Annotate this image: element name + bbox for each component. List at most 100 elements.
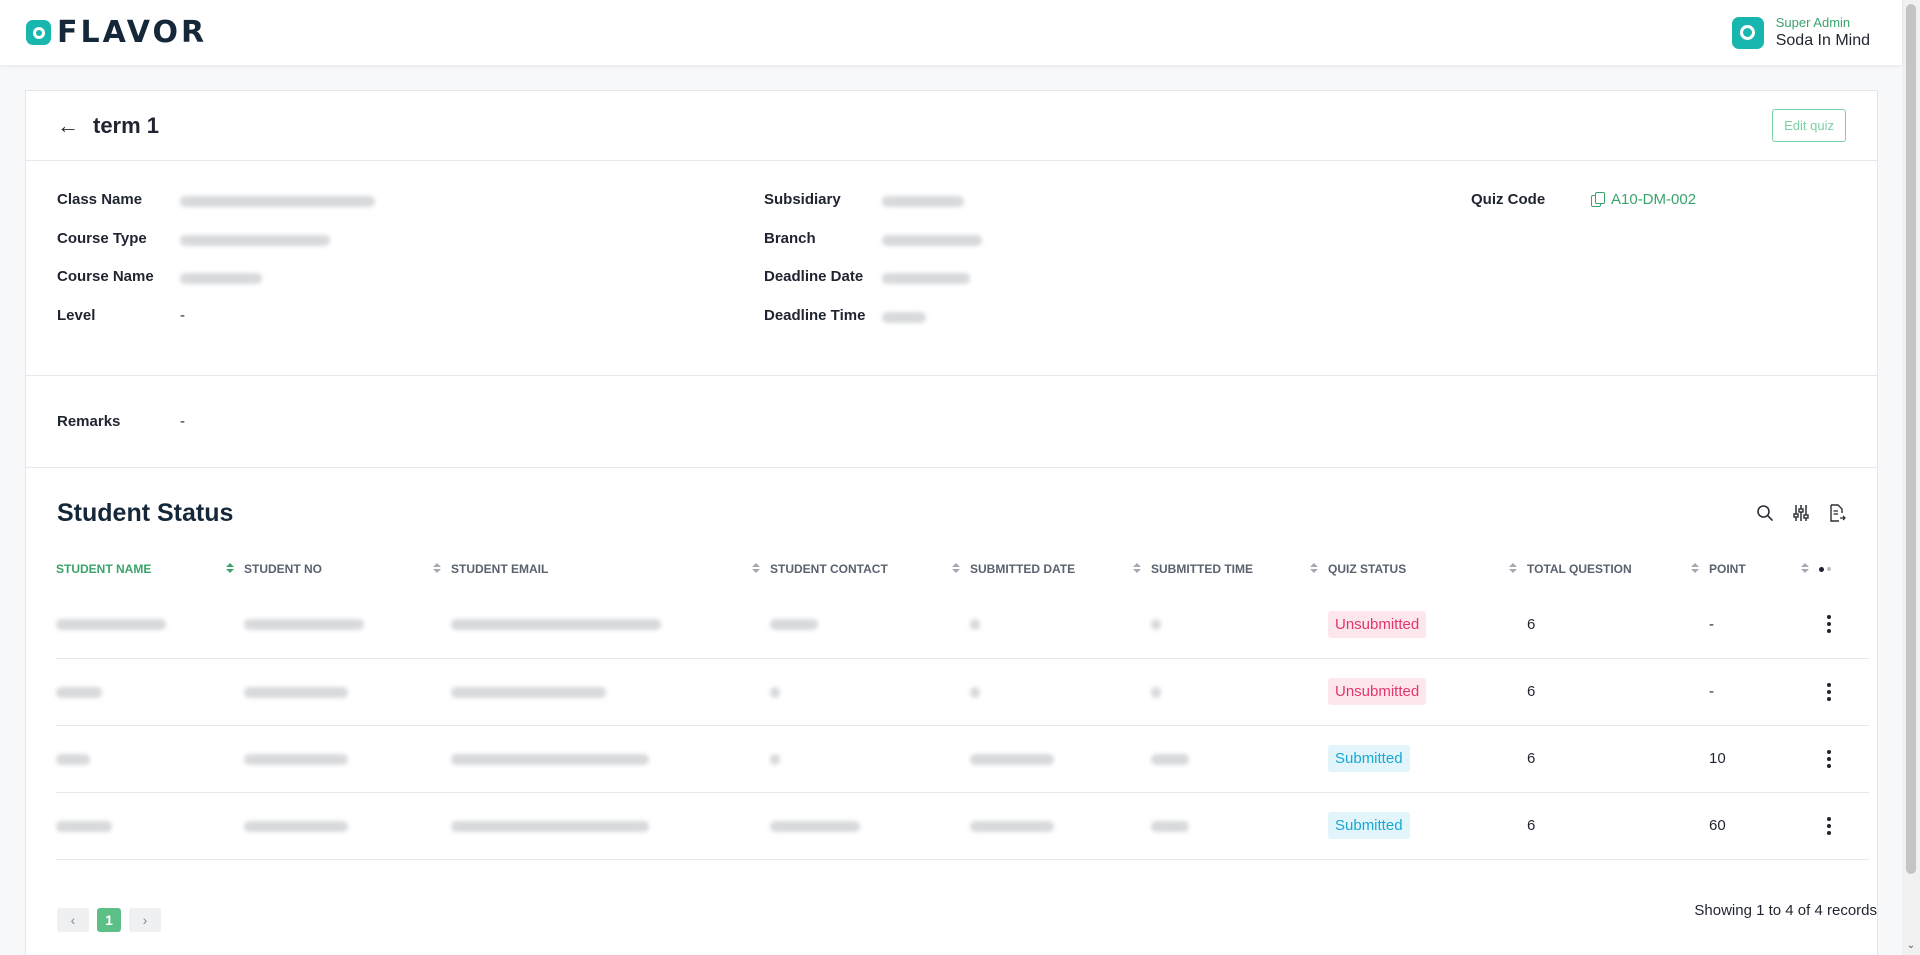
- total-question-cell: 6: [1527, 792, 1709, 860]
- submitted-time-redacted: [1151, 753, 1189, 765]
- deadline-date-label: Deadline Date: [764, 268, 864, 285]
- column-settings-icon[interactable]: [1819, 566, 1869, 572]
- student-status-header: Student Status: [26, 468, 1877, 558]
- col-student-no[interactable]: STUDENT NO: [244, 547, 451, 591]
- status-badge: Submitted: [1328, 812, 1410, 839]
- student-name-redacted: [56, 820, 112, 832]
- arrow-left-icon[interactable]: ←: [57, 114, 79, 137]
- table-row: Submitted 6 10: [56, 725, 1869, 793]
- student-no-redacted: [244, 753, 348, 765]
- point-cell: 60: [1709, 792, 1819, 860]
- submitted-date-redacted: [970, 619, 980, 631]
- deadline-time-value-redacted: [882, 311, 926, 323]
- remarks-label: Remarks: [57, 413, 121, 430]
- pagination: ‹ 1 ›: [57, 908, 161, 932]
- course-name-value-redacted: [180, 273, 262, 284]
- level-label: Level: [57, 306, 96, 324]
- table-toolbar: [1756, 504, 1846, 522]
- deadline-time-label: Deadline Time: [764, 306, 866, 324]
- scrollbar-thumb[interactable]: [1906, 4, 1916, 874]
- col-quiz-status[interactable]: QUIZ STATUS: [1328, 547, 1527, 591]
- submitted-time-redacted: [1151, 686, 1161, 698]
- student-contact-redacted: [770, 753, 780, 765]
- user-menu[interactable]: Super Admin Soda In Mind: [1731, 14, 1870, 51]
- brand-logo[interactable]: FLAVOR: [26, 15, 207, 50]
- page-1-button[interactable]: 1: [97, 908, 121, 932]
- total-question-cell: 6: [1527, 591, 1709, 659]
- student-name-redacted: [56, 753, 90, 765]
- col-actions[interactable]: [1819, 547, 1869, 591]
- status-badge: Unsubmitted: [1328, 678, 1427, 705]
- branch-label: Branch: [764, 229, 816, 247]
- table-row: Unsubmitted 6 -: [56, 591, 1869, 659]
- point-cell: 10: [1709, 725, 1819, 793]
- card-header: ← term 1 Edit quiz: [26, 91, 1877, 161]
- col-point[interactable]: POINT: [1709, 547, 1819, 591]
- avatar: [1731, 16, 1764, 49]
- student-email-redacted: [451, 753, 649, 765]
- kebab-menu-icon[interactable]: [1819, 615, 1839, 634]
- quiz-code-label: Quiz Code: [1471, 191, 1546, 208]
- page-scrollbar[interactable]: ⌄: [1902, 0, 1920, 955]
- top-bar: FLAVOR Super Admin Soda In Mind: [0, 0, 1902, 65]
- submitted-time-redacted: [1151, 619, 1161, 631]
- deadline-date-value-redacted: [882, 273, 970, 284]
- chevron-down-icon[interactable]: ⌄: [1906, 941, 1916, 951]
- logo-icon: [26, 20, 51, 45]
- search-icon[interactable]: [1756, 504, 1774, 522]
- student-email-redacted: [451, 686, 606, 698]
- user-name: Soda In Mind: [1775, 31, 1870, 49]
- total-question-cell: 6: [1527, 725, 1709, 793]
- class-name-value-redacted: [180, 196, 375, 207]
- col-total-question[interactable]: TOTAL QUESTION: [1527, 547, 1709, 591]
- student-name-redacted: [56, 619, 166, 631]
- brand-name: FLAVOR: [57, 15, 208, 50]
- level-value: -: [180, 306, 185, 324]
- kebab-menu-icon[interactable]: [1819, 749, 1839, 768]
- status-badge: Submitted: [1328, 745, 1410, 772]
- status-badge: Unsubmitted: [1328, 610, 1427, 638]
- point-cell: -: [1709, 658, 1819, 726]
- col-submitted-time[interactable]: SUBMITTED TIME: [1151, 547, 1328, 591]
- course-name-label: Course Name: [57, 268, 154, 285]
- section-title: Student Status: [57, 498, 234, 527]
- table-row: Unsubmitted 6 -: [56, 658, 1869, 726]
- student-name-redacted: [56, 686, 102, 698]
- export-file-icon[interactable]: [1828, 504, 1846, 522]
- info-column-1: Class Name Course Type Course Name Level…: [57, 191, 375, 345]
- student-no-redacted: [244, 820, 348, 832]
- user-role: Super Admin: [1775, 14, 1851, 30]
- table-row: Submitted 6 60: [56, 792, 1869, 860]
- edit-quiz-button[interactable]: Edit quiz: [1772, 109, 1846, 142]
- kebab-menu-icon[interactable]: [1819, 816, 1839, 835]
- subsidiary-label: Subsidiary: [764, 191, 841, 208]
- sliders-icon[interactable]: [1792, 504, 1810, 522]
- submitted-date-redacted: [970, 820, 1054, 832]
- kebab-menu-icon[interactable]: [1819, 682, 1839, 701]
- student-status-table: STUDENT NAME STUDENT NO STUDENT EMAIL ST…: [56, 547, 1869, 860]
- course-type-value-redacted: [180, 234, 330, 246]
- copy-icon[interactable]: [1591, 191, 1605, 208]
- quiz-code-value: A10-DM-002: [1611, 191, 1697, 208]
- next-page-button[interactable]: ›: [129, 908, 161, 932]
- student-contact-redacted: [770, 619, 818, 631]
- quiz-code-copy[interactable]: A10-DM-002: [1591, 191, 1696, 208]
- student-email-redacted: [451, 820, 649, 832]
- prev-page-button[interactable]: ‹: [57, 908, 89, 932]
- col-student-email[interactable]: STUDENT EMAIL: [451, 547, 770, 591]
- student-contact-redacted: [770, 686, 780, 698]
- remarks-row: Remarks -: [26, 376, 1877, 468]
- subsidiary-value-redacted: [882, 196, 964, 207]
- col-submitted-date[interactable]: SUBMITTED DATE: [970, 547, 1151, 591]
- course-type-label: Course Type: [57, 229, 147, 247]
- info-column-3: Quiz Code A10-DM-002: [1471, 191, 1696, 230]
- records-summary: Showing 1 to 4 of 4 records: [1694, 902, 1877, 919]
- student-no-redacted: [244, 619, 364, 631]
- student-contact-redacted: [770, 820, 860, 832]
- submitted-date-redacted: [970, 686, 980, 698]
- quiz-info: Class Name Course Type Course Name Level…: [26, 161, 1877, 376]
- col-student-name[interactable]: STUDENT NAME: [56, 547, 244, 591]
- point-cell: -: [1709, 591, 1819, 659]
- col-student-contact[interactable]: STUDENT CONTACT: [770, 547, 970, 591]
- submitted-time-redacted: [1151, 820, 1189, 832]
